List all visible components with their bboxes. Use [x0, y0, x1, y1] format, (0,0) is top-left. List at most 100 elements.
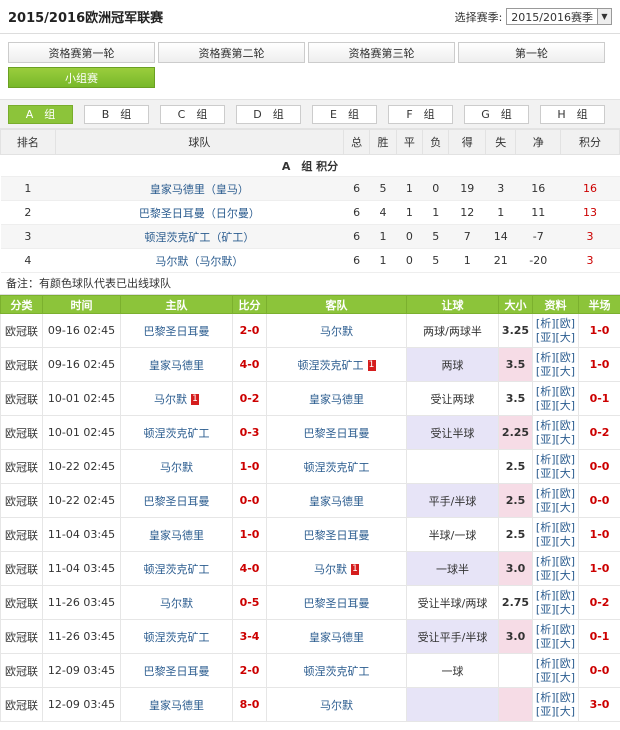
asia-ou-links[interactable]: [亚][大] — [533, 467, 578, 481]
away-team-name[interactable]: 马尔默 — [314, 563, 347, 576]
match-score[interactable]: 0-5 — [232, 585, 267, 620]
group-tab-g[interactable]: G 组 — [464, 104, 529, 124]
match-home-team[interactable]: 顿涅茨克矿工 — [120, 415, 233, 450]
asia-ou-links[interactable]: [亚][大] — [533, 399, 578, 413]
away-team-name[interactable]: 马尔默 — [320, 325, 353, 338]
asia-ou-links[interactable]: [亚][大] — [533, 603, 578, 617]
away-team-name[interactable]: 巴黎圣日耳曼 — [304, 427, 370, 440]
match-home-team[interactable]: 巴黎圣日耳曼 — [120, 483, 233, 518]
match-score[interactable]: 1-0 — [232, 517, 267, 552]
match-home-team[interactable]: 皇家马德里 — [120, 687, 233, 722]
match-info-links[interactable]: [析][欧] [亚][大] — [532, 347, 579, 382]
match-away-team[interactable]: 顿涅茨克矿工 — [266, 653, 407, 688]
match-away-team[interactable]: 皇家马德里 — [266, 381, 407, 416]
match-home-team[interactable]: 巴黎圣日耳曼 — [120, 313, 233, 348]
asia-ou-links[interactable]: [亚][大] — [533, 433, 578, 447]
standings-team[interactable]: 马尔默（马尔默） — [55, 248, 344, 273]
away-team-name[interactable]: 顿涅茨克矿工 — [298, 359, 364, 372]
match-info-links[interactable]: [析][欧] [亚][大] — [532, 619, 579, 654]
round-tab-first[interactable]: 第一轮 — [458, 42, 605, 63]
match-score[interactable]: 4-0 — [232, 347, 267, 382]
analysis-euro-links[interactable]: [析][欧] — [533, 589, 578, 603]
group-tab-d[interactable]: D 组 — [236, 104, 301, 124]
away-team-name[interactable]: 皇家马德里 — [309, 495, 364, 508]
group-tab-b[interactable]: B 组 — [84, 104, 149, 124]
match-home-team[interactable]: 皇家马德里 — [120, 517, 233, 552]
analysis-euro-links[interactable]: [析][欧] — [533, 453, 578, 467]
match-score[interactable]: 2-0 — [232, 313, 267, 348]
analysis-euro-links[interactable]: [析][欧] — [533, 521, 578, 535]
match-info-links[interactable]: [析][欧] [亚][大] — [532, 517, 579, 552]
asia-ou-links[interactable]: [亚][大] — [533, 569, 578, 583]
match-home-team[interactable]: 马尔默 1 — [120, 381, 233, 416]
away-team-name[interactable]: 巴黎圣日耳曼 — [304, 597, 370, 610]
round-tab-group-stage[interactable]: 小组赛 — [8, 67, 155, 88]
match-home-team[interactable]: 马尔默 — [120, 585, 233, 620]
match-away-team[interactable]: 巴黎圣日耳曼 — [266, 415, 407, 450]
group-tab-c[interactable]: C 组 — [160, 104, 225, 124]
asia-ou-links[interactable]: [亚][大] — [533, 535, 578, 549]
home-team-name[interactable]: 顿涅茨克矿工 — [144, 427, 210, 440]
away-team-name[interactable]: 皇家马德里 — [309, 393, 364, 406]
home-team-name[interactable]: 马尔默 — [154, 393, 187, 406]
group-tab-f[interactable]: F 组 — [388, 104, 453, 124]
standings-team[interactable]: 巴黎圣日耳曼（日尔曼） — [55, 200, 344, 225]
match-away-team[interactable]: 马尔默 — [266, 313, 407, 348]
analysis-euro-links[interactable]: [析][欧] — [533, 317, 578, 331]
home-team-name[interactable]: 皇家马德里 — [149, 699, 204, 712]
match-info-links[interactable]: [析][欧] [亚][大] — [532, 483, 579, 518]
home-team-name[interactable]: 马尔默 — [160, 597, 193, 610]
round-tab-qual1[interactable]: 资格赛第一轮 — [8, 42, 155, 63]
group-tab-a[interactable]: A 组 — [8, 104, 73, 124]
analysis-euro-links[interactable]: [析][欧] — [533, 623, 578, 637]
match-score[interactable]: 2-0 — [232, 653, 267, 688]
match-away-team[interactable]: 马尔默 1 — [266, 551, 407, 586]
match-score[interactable]: 3-4 — [232, 619, 267, 654]
home-team-name[interactable]: 巴黎圣日耳曼 — [144, 325, 210, 338]
match-away-team[interactable]: 皇家马德里 — [266, 619, 407, 654]
match-info-links[interactable]: [析][欧] [亚][大] — [532, 585, 579, 620]
season-select[interactable]: 2015/2016赛季 ▼ — [506, 8, 612, 25]
asia-ou-links[interactable]: [亚][大] — [533, 705, 578, 719]
match-score[interactable]: 4-0 — [232, 551, 267, 586]
analysis-euro-links[interactable]: [析][欧] — [533, 555, 578, 569]
match-away-team[interactable]: 巴黎圣日耳曼 — [266, 585, 407, 620]
match-info-links[interactable]: [析][欧] [亚][大] — [532, 415, 579, 450]
asia-ou-links[interactable]: [亚][大] — [533, 501, 578, 515]
match-away-team[interactable]: 马尔默 — [266, 687, 407, 722]
asia-ou-links[interactable]: [亚][大] — [533, 331, 578, 345]
match-home-team[interactable]: 顿涅茨克矿工 — [120, 619, 233, 654]
analysis-euro-links[interactable]: [析][欧] — [533, 385, 578, 399]
asia-ou-links[interactable]: [亚][大] — [533, 365, 578, 379]
standings-team[interactable]: 顿涅茨克矿工（矿工） — [55, 224, 344, 249]
match-score[interactable]: 0-2 — [232, 381, 267, 416]
chevron-down-icon[interactable]: ▼ — [597, 9, 611, 24]
group-tab-h[interactable]: H 组 — [540, 104, 605, 124]
analysis-euro-links[interactable]: [析][欧] — [533, 487, 578, 501]
home-team-name[interactable]: 巴黎圣日耳曼 — [144, 665, 210, 678]
match-home-team[interactable]: 皇家马德里 — [120, 347, 233, 382]
home-team-name[interactable]: 顿涅茨克矿工 — [144, 631, 210, 644]
home-team-name[interactable]: 皇家马德里 — [149, 529, 204, 542]
round-tab-qual3[interactable]: 资格赛第三轮 — [308, 42, 455, 63]
away-team-name[interactable]: 巴黎圣日耳曼 — [304, 529, 370, 542]
match-away-team[interactable]: 皇家马德里 — [266, 483, 407, 518]
match-info-links[interactable]: [析][欧] [亚][大] — [532, 381, 579, 416]
match-info-links[interactable]: [析][欧] [亚][大] — [532, 449, 579, 484]
match-away-team[interactable]: 顿涅茨克矿工 — [266, 449, 407, 484]
asia-ou-links[interactable]: [亚][大] — [533, 671, 578, 685]
match-score[interactable]: 1-0 — [232, 449, 267, 484]
group-tab-e[interactable]: E 组 — [312, 104, 377, 124]
home-team-name[interactable]: 巴黎圣日耳曼 — [144, 495, 210, 508]
match-info-links[interactable]: [析][欧] [亚][大] — [532, 687, 579, 722]
away-team-name[interactable]: 皇家马德里 — [309, 631, 364, 644]
away-team-name[interactable]: 顿涅茨克矿工 — [304, 665, 370, 678]
match-score[interactable]: 8-0 — [232, 687, 267, 722]
match-home-team[interactable]: 顿涅茨克矿工 — [120, 551, 233, 586]
match-home-team[interactable]: 巴黎圣日耳曼 — [120, 653, 233, 688]
match-score[interactable]: 0-3 — [232, 415, 267, 450]
analysis-euro-links[interactable]: [析][欧] — [533, 657, 578, 671]
match-home-team[interactable]: 马尔默 — [120, 449, 233, 484]
match-away-team[interactable]: 巴黎圣日耳曼 — [266, 517, 407, 552]
standings-team[interactable]: 皇家马德里（皇马） — [55, 176, 344, 201]
